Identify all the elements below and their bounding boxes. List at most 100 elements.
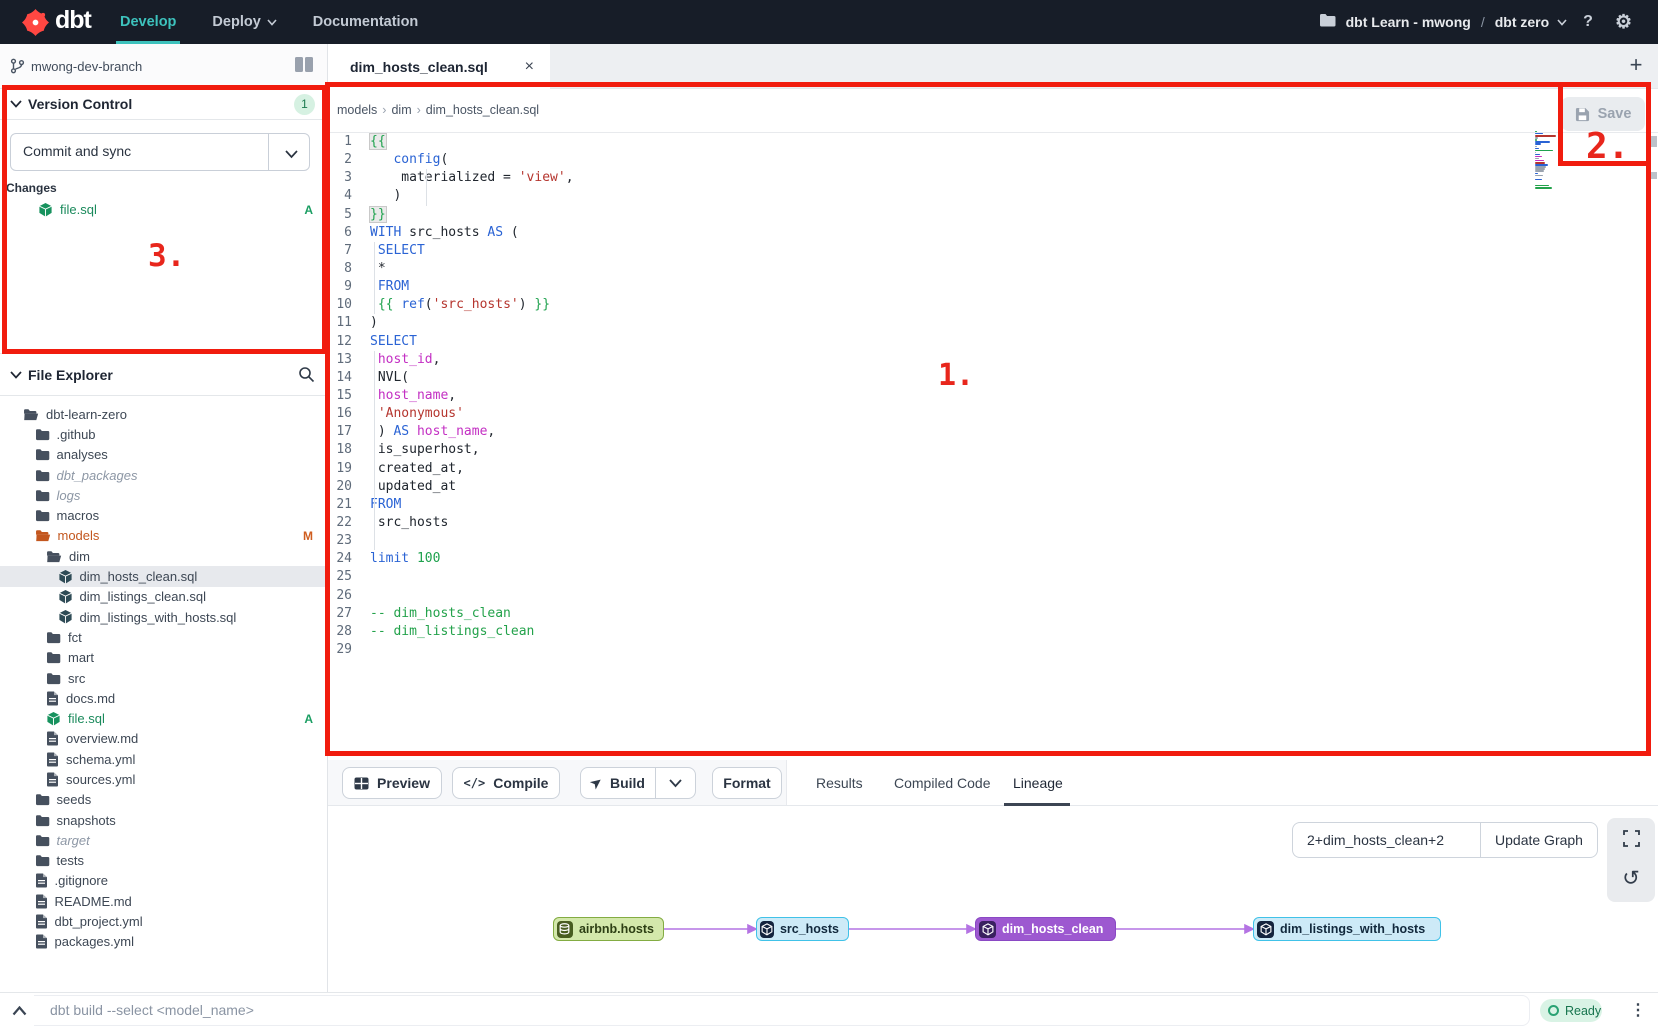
tree-item-dbt-learn-zero[interactable]: dbt-learn-zero: [0, 404, 327, 424]
save-icon: [1575, 107, 1590, 122]
tree-item-macros[interactable]: macros: [0, 505, 327, 525]
lineage-node-label: dim_listings_with_hosts: [1280, 922, 1425, 936]
lineage-node-dim-listings-with-hosts[interactable]: dim_listings_with_hosts: [1253, 917, 1441, 941]
tab-compiled-code[interactable]: Compiled Code: [894, 760, 991, 805]
tree-item-snapshots[interactable]: snapshots: [0, 810, 327, 830]
lineage-node-src-hosts[interactable]: src_hosts: [756, 917, 849, 941]
model-icon: [38, 202, 53, 218]
chevron-down-icon[interactable]: [285, 146, 298, 164]
tree-item-target[interactable]: target: [0, 830, 327, 850]
code-line-18: is_superhost,: [370, 441, 574, 459]
folder-icon: [46, 651, 61, 664]
version-control-header[interactable]: Version Control 1: [0, 89, 327, 120]
model-icon: [58, 609, 73, 625]
environment-name: dbt zero: [1495, 14, 1549, 30]
tree-item--github[interactable]: .github: [0, 424, 327, 444]
tree-item-logs[interactable]: logs: [0, 485, 327, 505]
file-icon: [35, 914, 48, 929]
nav-documentation[interactable]: Documentation: [295, 0, 437, 44]
status-badge: Ready: [1540, 999, 1602, 1022]
gear-icon[interactable]: ⚙: [1609, 11, 1638, 34]
tab-dim-hosts-clean[interactable]: dim_hosts_clean.sql ×: [328, 44, 550, 89]
changed-file-row[interactable]: file.sql A: [0, 199, 327, 220]
dbt-logo[interactable]: dbt: [22, 9, 102, 36]
chevron-up-icon[interactable]: [12, 1003, 27, 1021]
tree-item-dim[interactable]: dim: [0, 546, 327, 566]
tree-item-file-sql[interactable]: file.sqlA: [0, 708, 327, 728]
save-button[interactable]: Save: [1561, 97, 1645, 131]
minimap[interactable]: [1535, 131, 1559, 191]
tree-item-readme-md[interactable]: README.md: [0, 891, 327, 911]
kebab-menu-icon[interactable]: ⋮: [1630, 1000, 1646, 1020]
code-line-20: updated_at: [370, 478, 574, 496]
tree-item-docs-md[interactable]: docs.md: [0, 688, 327, 708]
tree-item-dim-hosts-clean-sql[interactable]: dim_hosts_clean.sql: [0, 566, 327, 586]
project-switcher[interactable]: dbt Learn - mwong / dbt zero: [1346, 14, 1568, 30]
database-icon: [557, 921, 573, 938]
tree-item-mart[interactable]: mart: [0, 648, 327, 668]
git-branch-icon: [10, 58, 25, 74]
preview-button[interactable]: Preview: [342, 767, 442, 799]
command-input[interactable]: dbt build --select <model_name>: [50, 1002, 254, 1018]
tree-item-packages-yml[interactable]: packages.yml: [0, 932, 327, 952]
tree-item-fct[interactable]: fct: [0, 627, 327, 647]
search-icon[interactable]: [298, 366, 315, 388]
tree-item-label: file.sql: [68, 711, 105, 726]
branch-name: mwong-dev-branch: [31, 59, 142, 74]
tree-item-models[interactable]: modelsM: [0, 526, 327, 546]
cube-icon: [1257, 921, 1274, 938]
lineage-node-airbnb-hosts[interactable]: airbnb.hosts: [553, 917, 664, 941]
nav-develop[interactable]: Develop: [102, 0, 194, 44]
tab-results[interactable]: Results: [816, 760, 863, 805]
tree-item-dbt-packages[interactable]: dbt_packages: [0, 465, 327, 485]
nav-deploy[interactable]: Deploy: [194, 0, 294, 44]
tab-label: dim_hosts_clean.sql: [350, 59, 488, 75]
tree-item-schema-yml[interactable]: schema.yml: [0, 749, 327, 769]
tree-item-dim-listings-clean-sql[interactable]: dim_listings_clean.sql: [0, 587, 327, 607]
build-button[interactable]: ➤ Build: [580, 767, 656, 799]
new-tab-button[interactable]: +: [1622, 52, 1650, 80]
file-explorer-title: File Explorer: [28, 367, 113, 383]
folder-icon: [35, 489, 50, 502]
tree-item-label: snapshots: [57, 813, 116, 828]
file-icon: [35, 873, 48, 888]
version-control-title: Version Control: [28, 96, 132, 112]
compile-button[interactable]: </> Compile: [452, 767, 560, 799]
docs-panel-icon[interactable]: [285, 57, 313, 77]
chevron-down-icon: [267, 14, 277, 30]
code-line-28: -- dim_listings_clean: [370, 623, 574, 641]
tree-item-dbt-project-yml[interactable]: dbt_project.yml: [0, 911, 327, 931]
tree-item-label: macros: [57, 508, 100, 523]
close-icon[interactable]: ×: [525, 58, 534, 76]
file-explorer-header[interactable]: File Explorer: [0, 354, 327, 396]
chevron-down-icon: [1557, 19, 1567, 26]
scrollbar-marker: [1651, 172, 1657, 179]
tree-item-src[interactable]: src: [0, 668, 327, 688]
code-line-13: host_id,: [370, 351, 574, 369]
code-line-7: SELECT: [370, 242, 574, 260]
tree-item-analyses[interactable]: analyses: [0, 445, 327, 465]
tree-item-label: dim_listings_clean.sql: [80, 589, 206, 604]
tree-item-seeds[interactable]: seeds: [0, 790, 327, 810]
chevron-down-icon: [10, 100, 22, 108]
change-count-badge: 1: [294, 94, 315, 115]
tree-item-sources-yml[interactable]: sources.yml: [0, 769, 327, 789]
project-name: dbt Learn - mwong: [1346, 14, 1471, 30]
file-icon: [46, 772, 59, 787]
model-icon: [58, 569, 73, 585]
tree-item-label: dbt-learn-zero: [46, 407, 127, 422]
lineage-node-dim-hosts-clean[interactable]: dim_hosts_clean: [975, 917, 1116, 941]
tab-lineage[interactable]: Lineage: [1013, 760, 1063, 805]
code-area[interactable]: 1234567891011121314151617181920212223242…: [328, 133, 1658, 760]
build-options-button[interactable]: [655, 767, 696, 799]
tree-item-dim-listings-with-hosts-sql[interactable]: dim_listings_with_hosts.sql: [0, 607, 327, 627]
chevron-down-icon: [669, 779, 682, 788]
tree-item-tests[interactable]: tests: [0, 851, 327, 871]
commit-and-sync-button[interactable]: Commit and sync: [10, 133, 310, 171]
code-line-3: materialized = 'view',: [370, 169, 574, 187]
format-button[interactable]: Format: [712, 767, 782, 799]
tree-item-label: overview.md: [66, 731, 138, 746]
tree-item--gitignore[interactable]: .gitignore: [0, 871, 327, 891]
help-icon[interactable]: ?: [1577, 13, 1599, 31]
tree-item-overview-md[interactable]: overview.md: [0, 729, 327, 749]
